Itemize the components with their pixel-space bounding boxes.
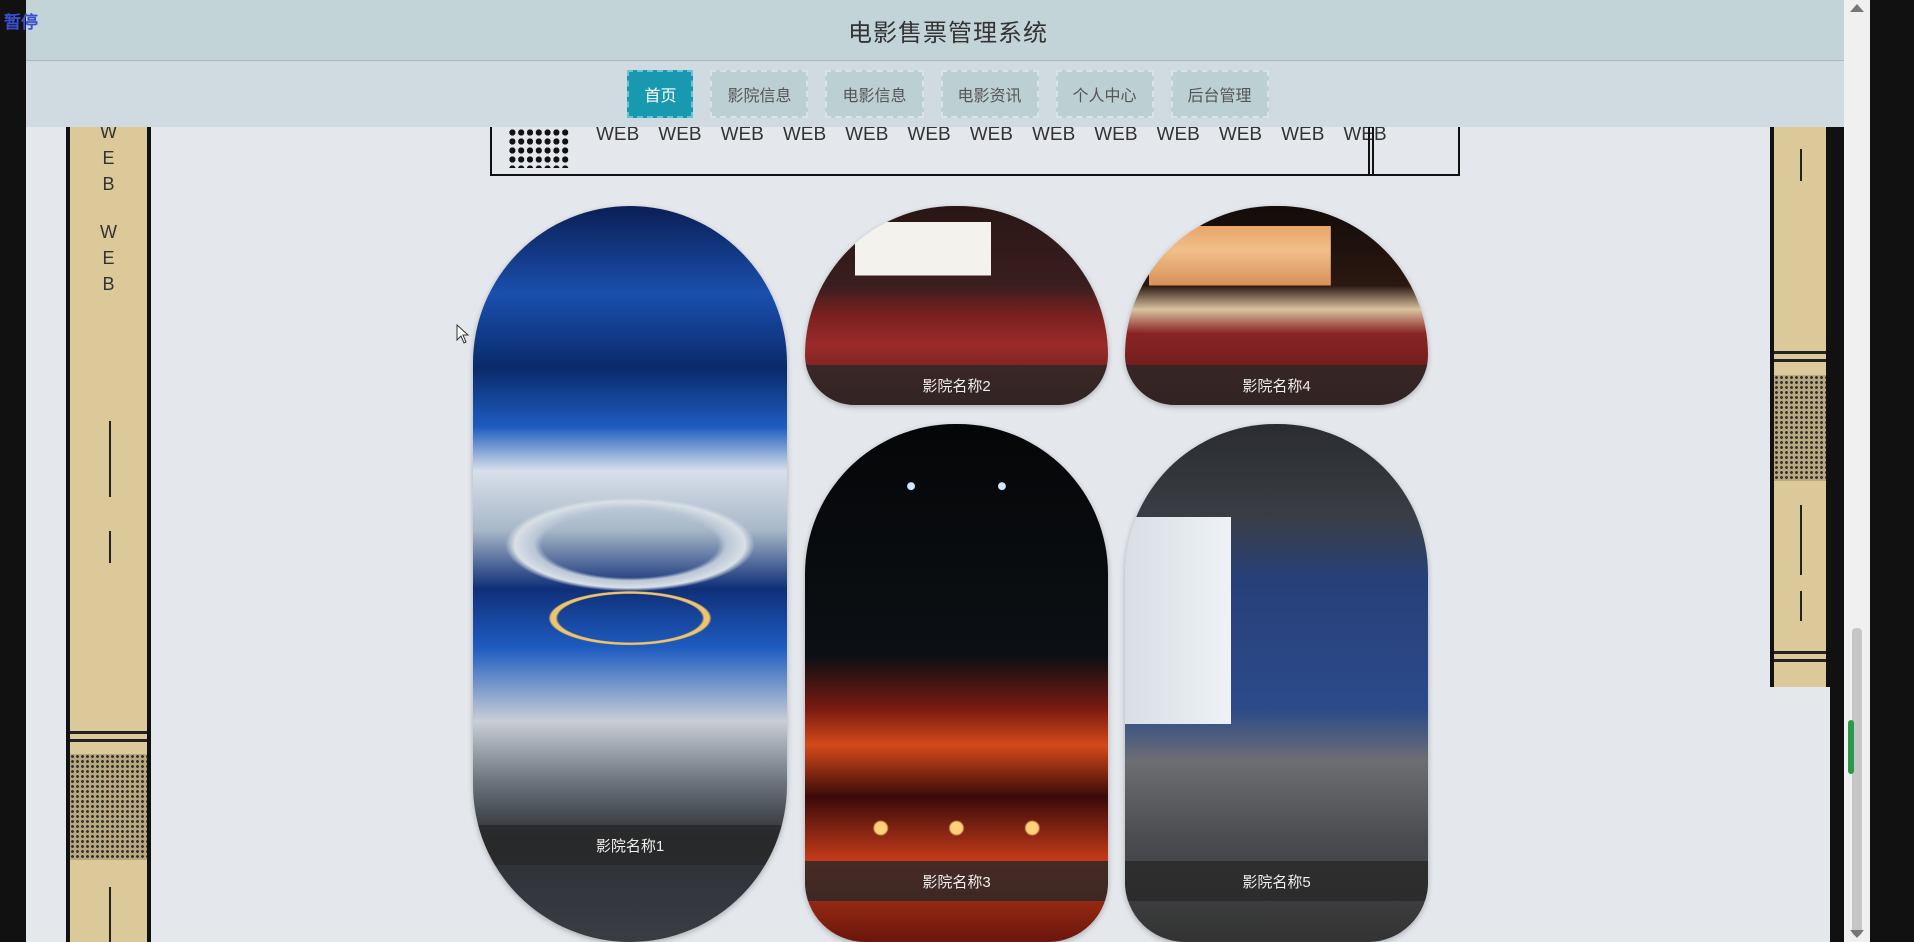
deco-line bbox=[1800, 149, 1802, 181]
deco-letter: E bbox=[102, 148, 115, 168]
nav-admin[interactable]: 后台管理 bbox=[1170, 70, 1269, 118]
scroll-thumb[interactable] bbox=[1852, 628, 1862, 936]
cinema-card-4[interactable]: 影院名称4 bbox=[1125, 206, 1428, 405]
ticker-words: WEB WEB WEB WEB WEB WEB WEB WEB WEB WEB … bbox=[596, 124, 1387, 146]
deco-rule bbox=[1774, 351, 1826, 354]
main-nav: 首页 影院信息 电影信息 电影资讯 个人中心 后台管理 bbox=[26, 61, 1870, 127]
deco-rule bbox=[1774, 659, 1826, 662]
ticker-word: WEB bbox=[1031, 124, 1076, 145]
cinema-card-2[interactable]: 影院名称2 bbox=[805, 206, 1108, 405]
deco-letter: W bbox=[100, 222, 117, 242]
ticker-divider bbox=[1368, 120, 1374, 174]
ticker-word: WEB bbox=[1343, 124, 1387, 145]
cinema-card-5[interactable]: 影院名称5 bbox=[1125, 424, 1428, 942]
scroll-position-marker bbox=[1848, 720, 1854, 774]
deco-rule bbox=[70, 731, 147, 734]
nav-home[interactable]: 首页 bbox=[627, 70, 694, 118]
nav-movie-info[interactable]: 电影信息 bbox=[825, 70, 924, 118]
deco-rule bbox=[1774, 651, 1826, 654]
site-title: 电影售票管理系统 bbox=[848, 19, 1048, 47]
nav-cinema-info[interactable]: 影院信息 bbox=[710, 70, 809, 118]
page: 电影售票管理系统 首页 影院信息 电影信息 电影资讯 个人中心 后台管理 W E… bbox=[26, 0, 1870, 942]
left-decoration-strip: W E B W E B bbox=[66, 122, 151, 942]
ticker-word: WEB bbox=[658, 124, 702, 145]
page-scrollbar[interactable] bbox=[1844, 0, 1870, 942]
ticker-word: WEB bbox=[596, 124, 640, 145]
ticker-word: WEB bbox=[1281, 124, 1325, 145]
deco-rule bbox=[1774, 359, 1826, 362]
deco-letter: B bbox=[102, 274, 115, 294]
grid-icon bbox=[508, 128, 570, 168]
deco-dot-pattern bbox=[1774, 375, 1826, 481]
deco-line bbox=[1800, 591, 1802, 621]
cinema-name: 影院名称1 bbox=[473, 825, 787, 865]
deco-line bbox=[108, 421, 111, 497]
ticker-word: WEB bbox=[720, 124, 764, 145]
cinema-card-3[interactable]: 影院名称3 bbox=[805, 424, 1108, 942]
cinema-name: 影院名称3 bbox=[805, 861, 1108, 901]
scroll-up-arrow-icon[interactable] bbox=[1850, 4, 1864, 12]
nav-personal-center[interactable]: 个人中心 bbox=[1055, 70, 1154, 118]
right-decoration-strip bbox=[1770, 127, 1830, 687]
cinema-name: 影院名称4 bbox=[1125, 365, 1428, 405]
ticker-word: WEB bbox=[1094, 124, 1138, 145]
deco-line bbox=[108, 531, 111, 563]
ticker-word: WEB bbox=[969, 124, 1013, 145]
ticker-word: WEB bbox=[1218, 124, 1263, 145]
ticker-word: WEB bbox=[845, 124, 889, 145]
nav-movie-news[interactable]: 电影资讯 bbox=[940, 70, 1039, 118]
deco-letter: E bbox=[102, 248, 115, 268]
deco-line bbox=[1800, 505, 1802, 575]
ticker-word: WEB bbox=[907, 124, 951, 145]
ticker-word: WEB bbox=[782, 124, 827, 145]
ticker-word: WEB bbox=[1156, 124, 1200, 145]
cinema-name: 影院名称5 bbox=[1125, 861, 1428, 901]
cinema-name: 影院名称2 bbox=[805, 365, 1108, 405]
scroll-down-arrow-icon[interactable] bbox=[1850, 930, 1864, 938]
deco-line bbox=[108, 887, 111, 942]
cinema-card-1[interactable]: 影院名称1 bbox=[473, 206, 787, 942]
mouse-cursor-icon bbox=[456, 324, 470, 344]
deco-dot-pattern bbox=[70, 754, 147, 860]
deco-letter: B bbox=[102, 174, 115, 194]
ticker-bar: WEB WEB WEB WEB WEB WEB WEB WEB WEB WEB … bbox=[490, 120, 1460, 176]
site-header: 电影售票管理系统 bbox=[26, 0, 1870, 61]
pause-label[interactable]: 暂停 bbox=[4, 8, 38, 33]
deco-rule bbox=[70, 739, 147, 742]
